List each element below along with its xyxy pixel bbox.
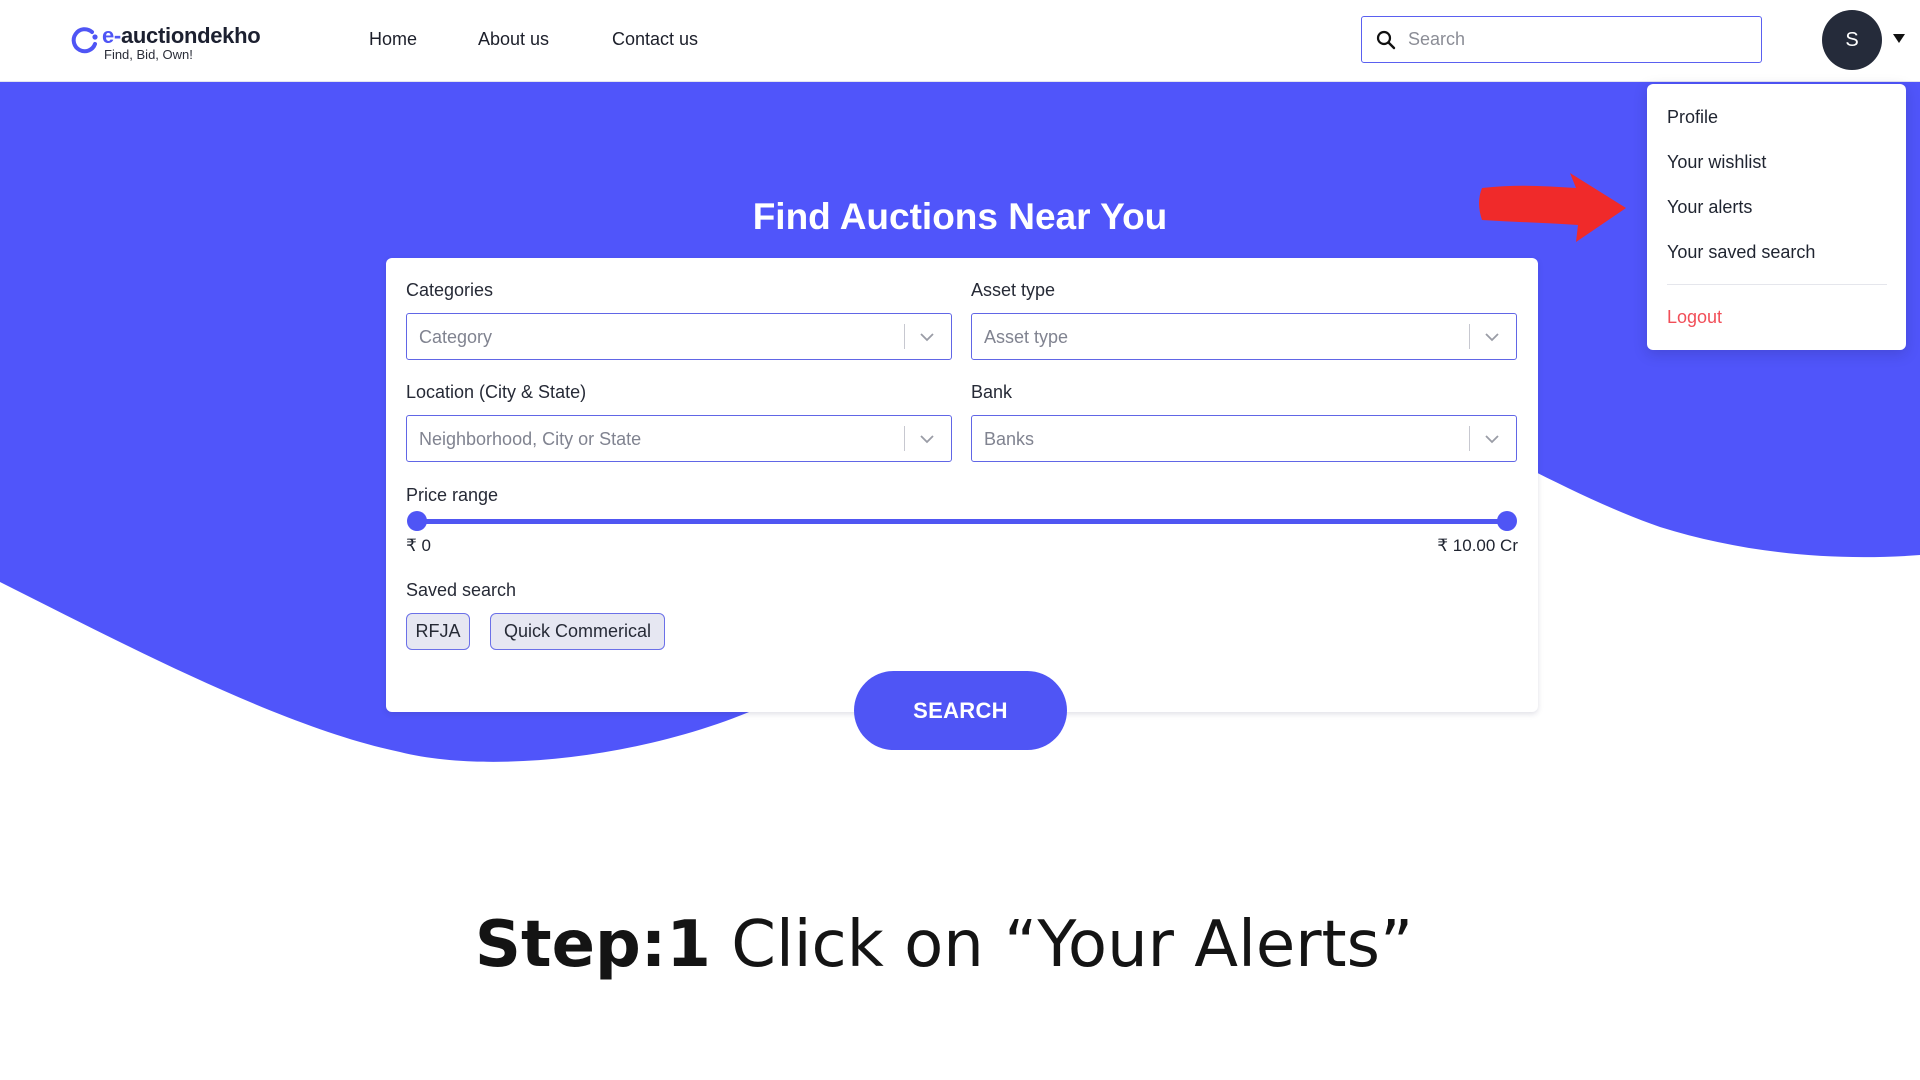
- bank-select[interactable]: Banks: [971, 415, 1517, 462]
- chevron-down-icon: [920, 435, 934, 444]
- search-icon: [1376, 30, 1396, 49]
- price-min-value: ₹ 0: [406, 536, 431, 555]
- top-header: e-auctiondekho Find, Bid, Own! Home Abou…: [0, 0, 1920, 82]
- chevron-down-icon: [1485, 333, 1499, 342]
- header-search-input[interactable]: [1408, 29, 1748, 50]
- logo-ring-icon: [71, 27, 98, 54]
- categories-label: Categories: [406, 280, 494, 300]
- menu-item-wishlist[interactable]: Your wishlist: [1667, 152, 1766, 173]
- location-select[interactable]: Neighborhood, City or State: [406, 415, 952, 462]
- menu-item-logout[interactable]: Logout: [1667, 307, 1722, 328]
- select-separator: [904, 426, 905, 451]
- categories-placeholder: Category: [419, 327, 493, 347]
- location-placeholder: Neighborhood, City or State: [419, 429, 642, 449]
- brand-tagline: Find, Bid, Own!: [104, 47, 193, 62]
- step-number: Step:1: [474, 908, 711, 982]
- page: e-auctiondekho Find, Bid, Own! Home Abou…: [0, 0, 1920, 1080]
- select-separator: [1469, 426, 1470, 451]
- search-form-card: Categories Category Asset type Asset typ…: [386, 258, 1538, 712]
- step-caption: Step:1 Click on “Your Alerts”: [0, 908, 1888, 982]
- nav-contact-link[interactable]: Contact us: [612, 29, 698, 50]
- chevron-down-icon: [920, 333, 934, 342]
- price-min-handle[interactable]: [407, 511, 427, 531]
- step-instruction: Click on “Your Alerts”: [710, 908, 1414, 982]
- saved-search-label: Saved search: [406, 580, 517, 600]
- header-search-box[interactable]: [1361, 16, 1762, 63]
- saved-search-chip[interactable]: RFJA: [406, 613, 470, 650]
- menu-item-saved-search[interactable]: Your saved search: [1667, 242, 1815, 263]
- hero-title: Find Auctions Near You: [752, 196, 1168, 237]
- chevron-down-icon[interactable]: [1893, 34, 1905, 43]
- chevron-down-icon: [1485, 435, 1499, 444]
- nav-home-link[interactable]: Home: [369, 29, 417, 50]
- location-label: Location (City & State): [406, 382, 587, 402]
- asset-type-select[interactable]: Asset type: [971, 313, 1517, 360]
- menu-divider: [1667, 284, 1887, 285]
- saved-search-chip[interactable]: Quick Commerical: [490, 613, 665, 650]
- price-range-label: Price range: [406, 485, 499, 505]
- bank-label: Bank: [971, 382, 1013, 402]
- nav-about-link[interactable]: About us: [478, 29, 549, 50]
- search-button[interactable]: SEARCH: [854, 671, 1067, 750]
- price-max-value: ₹ 10.00 Cr: [1437, 536, 1518, 555]
- menu-item-profile[interactable]: Profile: [1667, 107, 1718, 128]
- asset-type-placeholder: Asset type: [984, 327, 1069, 347]
- brand-logo[interactable]: e-auctiondekho Find, Bid, Own!: [70, 23, 261, 62]
- user-avatar[interactable]: S: [1822, 10, 1882, 70]
- select-separator: [904, 324, 905, 349]
- price-max-handle[interactable]: [1497, 511, 1517, 531]
- menu-item-alerts[interactable]: Your alerts: [1667, 197, 1752, 218]
- select-separator: [1469, 324, 1470, 349]
- bank-placeholder: Banks: [984, 429, 1035, 449]
- brand-name: e-auctiondekho: [102, 23, 261, 48]
- red-arrow-annotation: [1479, 173, 1626, 242]
- categories-select[interactable]: Category: [406, 313, 952, 360]
- asset-type-label: Asset type: [971, 280, 1056, 300]
- price-range-track[interactable]: [417, 519, 1507, 524]
- user-dropdown-menu: Profile Your wishlist Your alerts Your s…: [1647, 84, 1906, 350]
